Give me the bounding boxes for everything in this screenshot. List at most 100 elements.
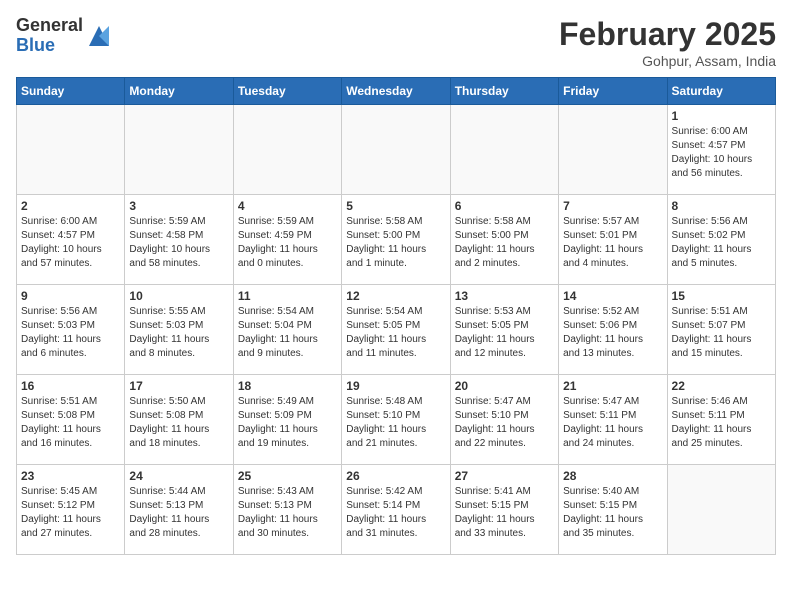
- calendar-table: SundayMondayTuesdayWednesdayThursdayFrid…: [16, 77, 776, 555]
- day-info: Sunrise: 5:48 AM Sunset: 5:10 PM Dayligh…: [346, 395, 445, 451]
- day-info: Sunrise: 5:47 AM Sunset: 5:10 PM Dayligh…: [455, 395, 554, 451]
- location: Gohpur, Assam, India: [559, 53, 776, 69]
- calendar-cell: 18 Sunrise: 5:49 AM Sunset: 5:09 PM Dayli…: [233, 375, 341, 465]
- calendar-week-row: 23 Sunrise: 5:45 AM Sunset: 5:12 PM Dayli…: [17, 465, 776, 555]
- day-number: 16: [21, 379, 120, 393]
- calendar-cell: 8Sunrise: 5:56 AM Sunset: 5:02 PM Daylig…: [667, 195, 775, 285]
- day-info: Sunrise: 5:59 AM Sunset: 4:58 PM Dayligh…: [129, 215, 228, 271]
- day-info: Sunrise: 5:58 AM Sunset: 5:00 PM Dayligh…: [455, 215, 554, 271]
- day-number: 9: [21, 289, 120, 303]
- calendar-header-row: SundayMondayTuesdayWednesdayThursdayFrid…: [17, 78, 776, 105]
- calendar-cell: 21 Sunrise: 5:47 AM Sunset: 5:11 PM Dayli…: [559, 375, 667, 465]
- calendar-cell: 10 Sunrise: 5:55 AM Sunset: 5:03 PM Dayli…: [125, 285, 233, 375]
- title-block: February 2025 Gohpur, Assam, India: [559, 16, 776, 69]
- day-info: Sunrise: 5:45 AM Sunset: 5:12 PM Dayligh…: [21, 485, 120, 541]
- calendar-cell: 4 Sunrise: 5:59 AM Sunset: 4:59 PM Daylig…: [233, 195, 341, 285]
- day-number: 8: [672, 199, 771, 213]
- day-number: 20: [455, 379, 554, 393]
- day-number: 7: [563, 199, 662, 213]
- day-info: Sunrise: 5:44 AM Sunset: 5:13 PM Dayligh…: [129, 485, 228, 541]
- day-info: Sunrise: 5:47 AM Sunset: 5:11 PM Dayligh…: [563, 395, 662, 451]
- day-number: 11: [238, 289, 337, 303]
- calendar-cell: 16 Sunrise: 5:51 AM Sunset: 5:08 PM Dayli…: [17, 375, 125, 465]
- day-info: Sunrise: 5:40 AM Sunset: 5:15 PM Dayligh…: [563, 485, 662, 541]
- day-number: 19: [346, 379, 445, 393]
- day-info: Sunrise: 5:41 AM Sunset: 5:15 PM Dayligh…: [455, 485, 554, 541]
- header-tuesday: Tuesday: [233, 78, 341, 105]
- day-number: 6: [455, 199, 554, 213]
- calendar-cell: [125, 105, 233, 195]
- day-info: Sunrise: 5:54 AM Sunset: 5:05 PM Dayligh…: [346, 305, 445, 361]
- day-number: 4: [238, 199, 337, 213]
- calendar-cell: [667, 465, 775, 555]
- calendar-cell: 19 Sunrise: 5:48 AM Sunset: 5:10 PM Dayli…: [342, 375, 450, 465]
- logo: General Blue: [16, 16, 113, 56]
- day-info: Sunrise: 5:57 AM Sunset: 5:01 PM Dayligh…: [563, 215, 662, 271]
- day-info: Sunrise: 5:59 AM Sunset: 4:59 PM Dayligh…: [238, 215, 337, 271]
- day-info: Sunrise: 5:56 AM Sunset: 5:03 PM Dayligh…: [21, 305, 120, 361]
- day-info: Sunrise: 5:53 AM Sunset: 5:05 PM Dayligh…: [455, 305, 554, 361]
- day-info: Sunrise: 5:43 AM Sunset: 5:13 PM Dayligh…: [238, 485, 337, 541]
- calendar-cell: 6 Sunrise: 5:58 AM Sunset: 5:00 PM Daylig…: [450, 195, 558, 285]
- day-number: 27: [455, 469, 554, 483]
- day-info: Sunrise: 5:50 AM Sunset: 5:08 PM Dayligh…: [129, 395, 228, 451]
- day-number: 14: [563, 289, 662, 303]
- calendar-cell: 25 Sunrise: 5:43 AM Sunset: 5:13 PM Dayli…: [233, 465, 341, 555]
- calendar-cell: 26 Sunrise: 5:42 AM Sunset: 5:14 PM Dayli…: [342, 465, 450, 555]
- day-number: 2: [21, 199, 120, 213]
- day-info: Sunrise: 5:51 AM Sunset: 5:08 PM Dayligh…: [21, 395, 120, 451]
- header-saturday: Saturday: [667, 78, 775, 105]
- day-number: 28: [563, 469, 662, 483]
- day-info: Sunrise: 5:58 AM Sunset: 5:00 PM Dayligh…: [346, 215, 445, 271]
- day-number: 13: [455, 289, 554, 303]
- day-info: Sunrise: 5:54 AM Sunset: 5:04 PM Dayligh…: [238, 305, 337, 361]
- logo-general: General: [16, 16, 83, 36]
- day-number: 10: [129, 289, 228, 303]
- day-number: 25: [238, 469, 337, 483]
- calendar-cell: 27 Sunrise: 5:41 AM Sunset: 5:15 PM Dayli…: [450, 465, 558, 555]
- calendar-cell: 24Sunrise: 5:44 AM Sunset: 5:13 PM Dayli…: [125, 465, 233, 555]
- calendar-cell: 17 Sunrise: 5:50 AM Sunset: 5:08 PM Dayli…: [125, 375, 233, 465]
- calendar-cell: 28 Sunrise: 5:40 AM Sunset: 5:15 PM Dayli…: [559, 465, 667, 555]
- day-info: Sunrise: 5:46 AM Sunset: 5:11 PM Dayligh…: [672, 395, 771, 451]
- day-number: 22: [672, 379, 771, 393]
- calendar-cell: 3Sunrise: 5:59 AM Sunset: 4:58 PM Daylig…: [125, 195, 233, 285]
- calendar-cell: 22 Sunrise: 5:46 AM Sunset: 5:11 PM Dayli…: [667, 375, 775, 465]
- header-monday: Monday: [125, 78, 233, 105]
- calendar-cell: 15 Sunrise: 5:51 AM Sunset: 5:07 PM Dayli…: [667, 285, 775, 375]
- calendar-cell: 5Sunrise: 5:58 AM Sunset: 5:00 PM Daylig…: [342, 195, 450, 285]
- calendar-cell: 9 Sunrise: 5:56 AM Sunset: 5:03 PM Daylig…: [17, 285, 125, 375]
- calendar-cell: [17, 105, 125, 195]
- header-thursday: Thursday: [450, 78, 558, 105]
- calendar-cell: 1 Sunrise: 6:00 AM Sunset: 4:57 PM Daylig…: [667, 105, 775, 195]
- day-info: Sunrise: 6:00 AM Sunset: 4:57 PM Dayligh…: [672, 125, 771, 181]
- calendar-week-row: 9 Sunrise: 5:56 AM Sunset: 5:03 PM Daylig…: [17, 285, 776, 375]
- day-number: 18: [238, 379, 337, 393]
- day-number: 23: [21, 469, 120, 483]
- day-info: Sunrise: 5:51 AM Sunset: 5:07 PM Dayligh…: [672, 305, 771, 361]
- day-number: 26: [346, 469, 445, 483]
- day-info: Sunrise: 5:49 AM Sunset: 5:09 PM Dayligh…: [238, 395, 337, 451]
- calendar-cell: [450, 105, 558, 195]
- calendar-week-row: 1 Sunrise: 6:00 AM Sunset: 4:57 PM Daylig…: [17, 105, 776, 195]
- day-number: 21: [563, 379, 662, 393]
- month-title: February 2025: [559, 16, 776, 53]
- calendar-week-row: 2 Sunrise: 6:00 AM Sunset: 4:57 PM Daylig…: [17, 195, 776, 285]
- calendar-cell: [559, 105, 667, 195]
- day-info: Sunrise: 5:52 AM Sunset: 5:06 PM Dayligh…: [563, 305, 662, 361]
- day-info: Sunrise: 5:55 AM Sunset: 5:03 PM Dayligh…: [129, 305, 228, 361]
- calendar-cell: 14 Sunrise: 5:52 AM Sunset: 5:06 PM Dayli…: [559, 285, 667, 375]
- day-number: 17: [129, 379, 228, 393]
- calendar-cell: 2 Sunrise: 6:00 AM Sunset: 4:57 PM Daylig…: [17, 195, 125, 285]
- calendar-cell: 13 Sunrise: 5:53 AM Sunset: 5:05 PM Dayli…: [450, 285, 558, 375]
- day-number: 15: [672, 289, 771, 303]
- header-friday: Friday: [559, 78, 667, 105]
- calendar-cell: [233, 105, 341, 195]
- calendar-week-row: 16 Sunrise: 5:51 AM Sunset: 5:08 PM Dayli…: [17, 375, 776, 465]
- day-info: Sunrise: 5:42 AM Sunset: 5:14 PM Dayligh…: [346, 485, 445, 541]
- header-sunday: Sunday: [17, 78, 125, 105]
- day-info: Sunrise: 6:00 AM Sunset: 4:57 PM Dayligh…: [21, 215, 120, 271]
- calendar-cell: 11 Sunrise: 5:54 AM Sunset: 5:04 PM Dayli…: [233, 285, 341, 375]
- day-number: 1: [672, 109, 771, 123]
- logo-blue: Blue: [16, 36, 83, 56]
